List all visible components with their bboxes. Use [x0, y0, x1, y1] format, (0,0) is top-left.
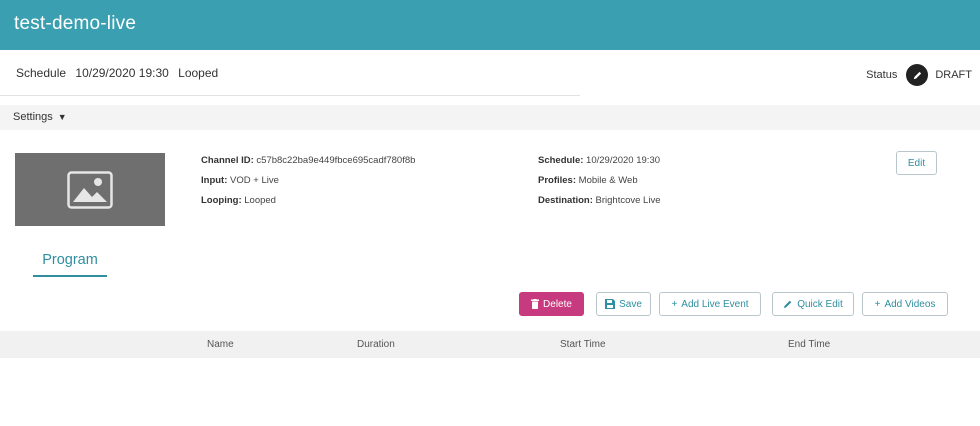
- plus-icon: +: [671, 298, 678, 310]
- channel-id-value: c57b8c22ba9e449fbce695cadf780f8b: [256, 155, 416, 166]
- status-indicator: Status DRAFT: [866, 64, 972, 86]
- schedule-summary: Schedule 10/29/2020 19:30 Looped: [16, 66, 224, 80]
- schedule-label: Schedule: [16, 66, 67, 80]
- save-label: Save: [619, 298, 642, 310]
- schedule-row: Schedule: 10/29/2020 19:30: [538, 155, 661, 166]
- plus-icon: +: [874, 298, 881, 310]
- status-value: DRAFT: [935, 69, 972, 81]
- settings-label: Settings: [13, 111, 53, 123]
- looping-row: Looping: Looped: [201, 195, 276, 206]
- add-videos-button[interactable]: + Add Videos: [862, 292, 948, 316]
- channel-details-right: Schedule: 10/29/2020 19:30 Profiles: Mob…: [538, 151, 660, 211]
- trash-icon: [531, 299, 540, 309]
- destination-row: Destination: Brightcove Live: [538, 195, 661, 206]
- looping-value: Looped: [244, 195, 276, 206]
- settings-bar: Settings ▼: [0, 105, 980, 130]
- input-value: VOD + Live: [230, 175, 279, 186]
- column-header-name[interactable]: Name: [207, 339, 234, 350]
- profiles-value: Mobile & Web: [578, 175, 638, 186]
- status-label: Status: [866, 69, 898, 81]
- column-header-duration[interactable]: Duration: [357, 339, 395, 350]
- channel-id-row: Channel ID: c57b8c22ba9e449fbce695cadf78…: [201, 155, 416, 166]
- floppy-disk-icon: [605, 299, 616, 309]
- schedule-value: 10/29/2020 19:30: [586, 155, 661, 166]
- tab-program[interactable]: Program: [33, 252, 107, 277]
- save-button[interactable]: Save: [596, 292, 651, 316]
- destination-value: Brightcove Live: [595, 195, 661, 206]
- image-placeholder-icon: [67, 170, 113, 209]
- divider: [0, 95, 580, 96]
- add-videos-label: Add Videos: [884, 298, 936, 310]
- page-title: test-demo-live: [14, 13, 137, 34]
- pencil-icon[interactable]: [906, 64, 929, 86]
- program-table-header: Name Duration Start Time End Time: [0, 331, 980, 358]
- delete-label: Delete: [543, 298, 572, 310]
- profiles-row: Profiles: Mobile & Web: [538, 175, 638, 186]
- column-header-start-time[interactable]: Start Time: [560, 339, 606, 350]
- quick-edit-label: Quick Edit: [797, 298, 843, 310]
- schedule-bar: Schedule 10/29/2020 19:30 Looped Status …: [0, 50, 980, 98]
- channel-details-left: Channel ID: c57b8c22ba9e449fbce695cadf78…: [201, 151, 415, 211]
- add-live-event-label: Add Live Event: [681, 298, 749, 310]
- delete-button[interactable]: Delete: [519, 292, 584, 316]
- schedule-datetime: 10/29/2020 19:30: [75, 66, 169, 80]
- app-header: test-demo-live: [0, 0, 980, 50]
- pencil-icon: [784, 300, 792, 308]
- input-row: Input: VOD + Live: [201, 175, 279, 186]
- settings-dropdown[interactable]: Settings ▼: [13, 111, 67, 123]
- caret-down-icon: ▼: [57, 112, 67, 122]
- quick-edit-button[interactable]: Quick Edit: [772, 292, 854, 316]
- column-header-end-time[interactable]: End Time: [788, 339, 830, 350]
- schedule-mode: Looped: [178, 66, 219, 80]
- add-live-event-button[interactable]: + Add Live Event: [659, 292, 761, 316]
- edit-button[interactable]: Edit: [896, 151, 937, 175]
- channel-thumbnail: [15, 153, 165, 226]
